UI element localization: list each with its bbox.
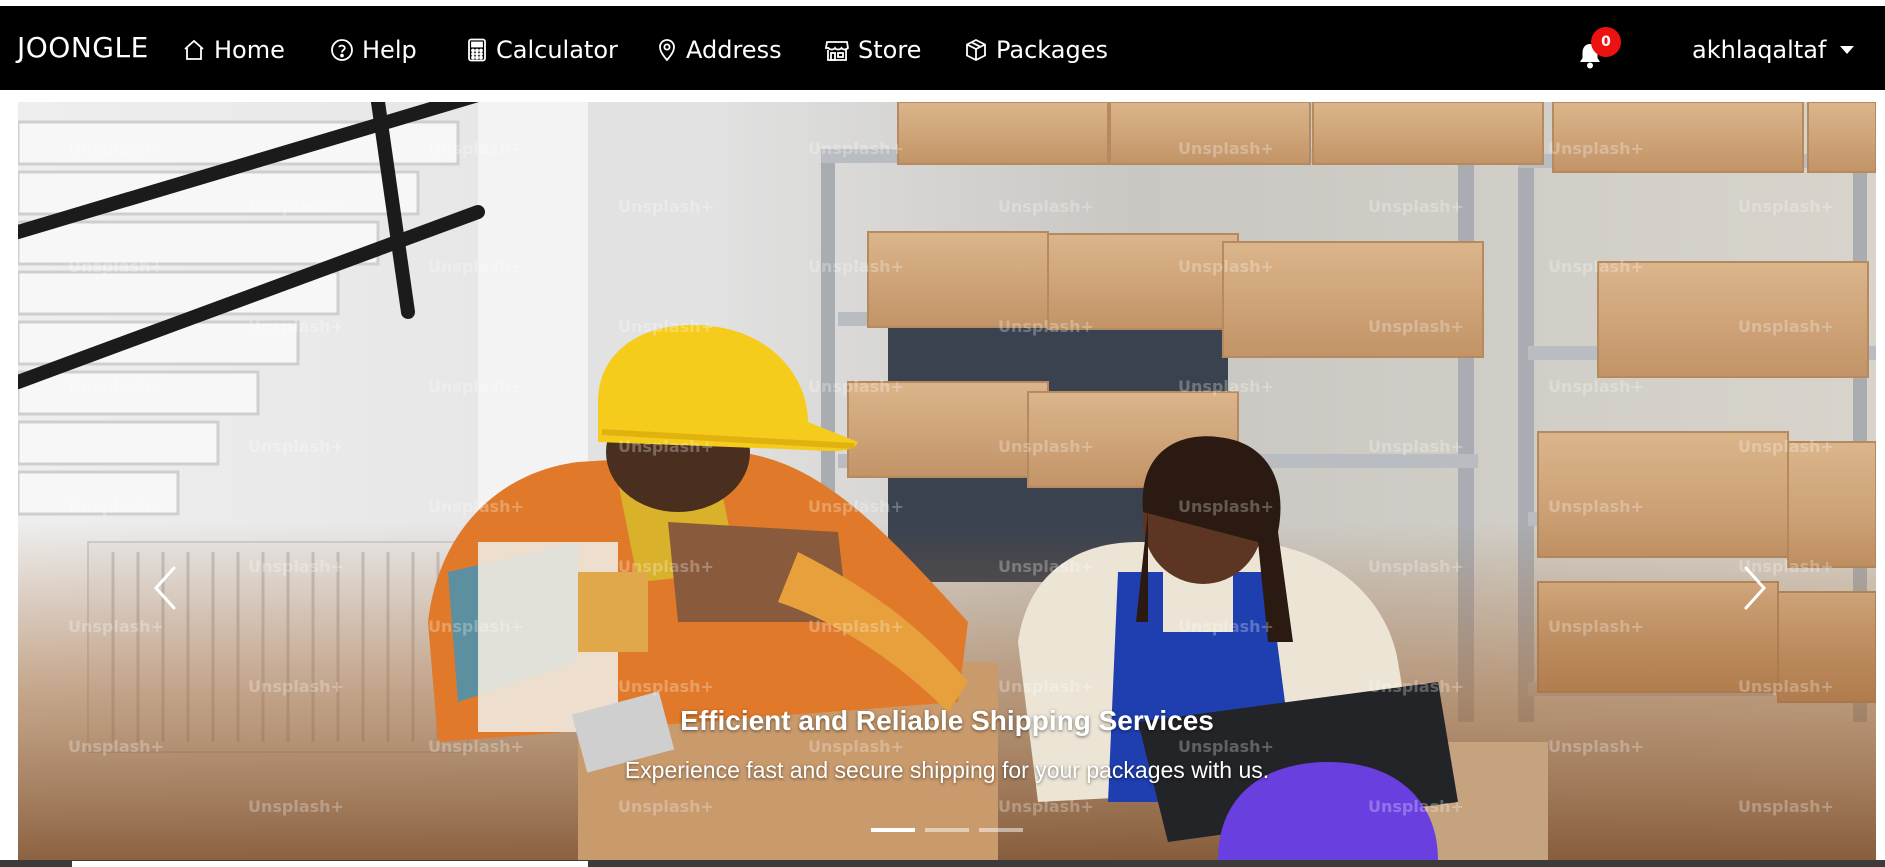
svg-text:Unsplash+: Unsplash+: [808, 737, 904, 756]
svg-text:Unsplash+: Unsplash+: [1368, 437, 1464, 456]
svg-text:Unsplash+: Unsplash+: [1738, 677, 1834, 696]
svg-text:Unsplash+: Unsplash+: [998, 677, 1094, 696]
svg-text:Unsplash+: Unsplash+: [1738, 197, 1834, 216]
svg-text:Unsplash+: Unsplash+: [1178, 377, 1274, 396]
svg-text:Unsplash+: Unsplash+: [1738, 317, 1834, 336]
nav-help[interactable]: Help: [330, 36, 417, 64]
svg-text:Unsplash+: Unsplash+: [68, 737, 164, 756]
horizontal-scrollbar[interactable]: [0, 860, 1885, 867]
svg-text:Unsplash+: Unsplash+: [248, 557, 344, 576]
svg-text:Unsplash+: Unsplash+: [1368, 197, 1464, 216]
svg-text:Unsplash+: Unsplash+: [428, 139, 524, 158]
svg-text:Unsplash+: Unsplash+: [428, 257, 524, 276]
svg-text:Unsplash+: Unsplash+: [1548, 617, 1644, 636]
hero-slide-image: Unsplash+ Unsplash+ Unsplash+ Unsplash+ Unsp…: [18, 102, 1876, 860]
svg-text:Unsplash+: Unsplash+: [428, 617, 524, 636]
nav-store-label: Store: [858, 36, 922, 64]
nav-packages[interactable]: Packages: [964, 36, 1108, 64]
svg-text:Unsplash+: Unsplash+: [248, 437, 344, 456]
carousel-prev-icon[interactable]: [146, 562, 186, 614]
carousel-indicator-3[interactable]: [979, 828, 1023, 832]
carousel-caption-text: Experience fast and secure shipping for …: [624, 757, 1270, 783]
nav-home-label: Home: [214, 36, 285, 64]
svg-text:Unsplash+: Unsplash+: [1548, 497, 1644, 516]
svg-text:Unsplash+: Unsplash+: [1368, 797, 1464, 816]
navbar: JOONGLE Home Help Calculator Address Sto…: [0, 6, 1885, 90]
svg-text:Unsplash+: Unsplash+: [618, 557, 714, 576]
svg-text:Unsplash+: Unsplash+: [1738, 797, 1834, 816]
svg-text:Unsplash+: Unsplash+: [1548, 139, 1644, 158]
carousel-caption-title: Efficient and Reliable Shipping Services: [680, 705, 1214, 736]
svg-text:Unsplash+: Unsplash+: [618, 677, 714, 696]
svg-text:Unsplash+: Unsplash+: [808, 617, 904, 636]
svg-text:Unsplash+: Unsplash+: [1178, 617, 1274, 636]
user-menu-dropdown[interactable]: akhlaqaltaf: [1692, 36, 1855, 64]
nav-address[interactable]: Address: [656, 36, 782, 64]
carousel-indicators: [871, 828, 1023, 832]
svg-text:Unsplash+: Unsplash+: [428, 737, 524, 756]
svg-text:Unsplash+: Unsplash+: [1548, 377, 1644, 396]
svg-text:Unsplash+: Unsplash+: [998, 197, 1094, 216]
svg-text:Unsplash+: Unsplash+: [248, 677, 344, 696]
carousel-indicator-1[interactable]: [871, 828, 915, 832]
nav-help-label: Help: [362, 36, 417, 64]
svg-text:Unsplash+: Unsplash+: [1548, 737, 1644, 756]
scrollbar-thumb[interactable]: [72, 861, 588, 867]
svg-text:Unsplash+: Unsplash+: [618, 317, 714, 336]
box-icon: [964, 38, 988, 62]
carousel-next-icon[interactable]: [1734, 562, 1774, 614]
svg-text:Unsplash+: Unsplash+: [248, 317, 344, 336]
svg-text:Unsplash+: Unsplash+: [1178, 737, 1274, 756]
svg-text:Unsplash+: Unsplash+: [618, 797, 714, 816]
nav-packages-label: Packages: [996, 36, 1108, 64]
svg-text:Unsplash+: Unsplash+: [68, 497, 164, 516]
svg-text:Unsplash+: Unsplash+: [998, 437, 1094, 456]
svg-text:Unsplash+: Unsplash+: [68, 139, 164, 158]
nav-calculator-label: Calculator: [496, 36, 618, 64]
home-icon: [182, 38, 206, 62]
svg-text:Unsplash+: Unsplash+: [1178, 257, 1274, 276]
help-circle-icon: [330, 38, 354, 62]
map-pin-icon: [656, 38, 678, 62]
svg-text:Unsplash+: Unsplash+: [808, 497, 904, 516]
svg-text:Unsplash+: Unsplash+: [808, 257, 904, 276]
svg-text:Unsplash+: Unsplash+: [1178, 497, 1274, 516]
username-label: akhlaqaltaf: [1692, 36, 1827, 64]
notification-badge: 0: [1591, 27, 1621, 57]
svg-text:Unsplash+: Unsplash+: [68, 257, 164, 276]
svg-text:Unsplash+: Unsplash+: [68, 377, 164, 396]
nav-address-label: Address: [686, 36, 782, 64]
nav-store[interactable]: Store: [824, 36, 921, 64]
calculator-icon: [466, 38, 488, 62]
svg-text:Unsplash+: Unsplash+: [428, 497, 524, 516]
svg-text:Unsplash+: Unsplash+: [808, 139, 904, 158]
svg-text:Unsplash+: Unsplash+: [998, 797, 1094, 816]
brand-logo[interactable]: JOONGLE: [17, 32, 149, 64]
nav-home[interactable]: Home: [182, 36, 285, 64]
svg-text:Unsplash+: Unsplash+: [68, 617, 164, 636]
svg-text:Unsplash+: Unsplash+: [618, 197, 714, 216]
svg-text:Unsplash+: Unsplash+: [808, 377, 904, 396]
svg-text:Unsplash+: Unsplash+: [1178, 139, 1274, 158]
svg-text:Unsplash+: Unsplash+: [1368, 317, 1464, 336]
svg-text:Unsplash+: Unsplash+: [1548, 257, 1644, 276]
svg-text:Unsplash+: Unsplash+: [248, 797, 344, 816]
nav-calculator[interactable]: Calculator: [466, 36, 618, 64]
svg-text:Unsplash+: Unsplash+: [998, 557, 1094, 576]
svg-text:Unsplash+: Unsplash+: [428, 377, 524, 396]
svg-text:Unsplash+: Unsplash+: [998, 317, 1094, 336]
store-icon: [824, 38, 850, 62]
svg-text:Unsplash+: Unsplash+: [1738, 437, 1834, 456]
hero-carousel: Unsplash+ Unsplash+ Unsplash+ Unsplash+ Unsp…: [18, 102, 1876, 860]
caret-down-icon: [1840, 46, 1855, 54]
svg-text:Unsplash+: Unsplash+: [1368, 557, 1464, 576]
svg-text:Unsplash+: Unsplash+: [1368, 677, 1464, 696]
carousel-indicator-2[interactable]: [925, 828, 969, 832]
svg-text:Unsplash+: Unsplash+: [248, 197, 344, 216]
svg-text:Unsplash+: Unsplash+: [618, 437, 714, 456]
